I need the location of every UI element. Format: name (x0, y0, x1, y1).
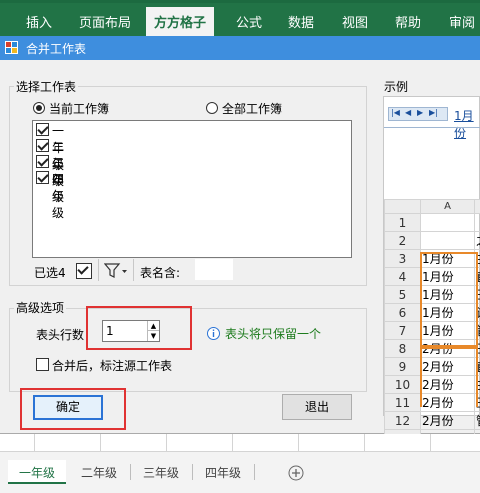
toolbar-divider (98, 259, 99, 281)
preview-sheet-tab: 1月份 (454, 109, 474, 140)
ok-button[interactable]: 确定 (33, 395, 103, 420)
sheet-tab-grade4[interactable]: 四年级 (194, 460, 252, 484)
row-header: 1 (384, 213, 421, 232)
row-header: 4 (384, 267, 421, 286)
header-rows-label: 表头行数 (36, 328, 85, 342)
preview-cell (474, 213, 480, 232)
worksheet-label: 四年级 (52, 172, 65, 220)
header-info-text: 表头将只保留一个 (225, 327, 322, 341)
nav-last-icon: ▶| (429, 108, 438, 117)
tab-separator (192, 464, 193, 480)
preview-cell (420, 213, 475, 232)
select-sheets-group-label: 选择工作表 (14, 78, 79, 95)
worksheet-listbox[interactable]: 一年级 二年级 三年级 四年级 (32, 120, 352, 258)
merge-sheets-dialog: 合并工作表 选择工作表 当前工作簿 全部工作簿 一年级 二年级 三年级 四年级 … (0, 36, 480, 448)
row-header: 3 (384, 249, 421, 268)
excel-app-icon (5, 41, 18, 54)
sheet-name-filter-input[interactable] (195, 259, 233, 280)
tab-fangfangezi[interactable]: 方方格子 (146, 7, 215, 36)
preview-cell: 2月份 (420, 411, 475, 430)
info-icon (207, 327, 220, 340)
tab-insert[interactable]: 插入 (26, 12, 52, 31)
tab-separator (130, 464, 131, 480)
preview-tab-line (384, 127, 480, 128)
sheet-tab-grade2[interactable]: 二年级 (70, 460, 128, 484)
tab-review[interactable]: 审阅 (449, 12, 475, 31)
row-header: 7 (384, 321, 421, 340)
row-header: 12 (384, 411, 421, 430)
preview-cell: 之 (474, 231, 480, 250)
mark-source-checkbox[interactable] (36, 358, 49, 371)
ribbon: 插入 页面布局 方方格子 公式 数据 视图 帮助 审阅 (0, 0, 480, 36)
preview-cell (420, 231, 475, 250)
radio-current-workbook-label[interactable]: 当前工作簿 (49, 100, 109, 117)
tab-page-layout[interactable]: 页面布局 (79, 12, 131, 31)
plus-circle-icon[interactable] (288, 465, 304, 481)
row-header: 6 (384, 303, 421, 322)
group-february-highlight (420, 347, 478, 407)
row-header: 10 (384, 375, 421, 394)
worksheet-checkbox[interactable] (36, 139, 49, 152)
exit-button[interactable]: 退出 (282, 394, 352, 420)
nav-first-icon: |◀ (391, 108, 400, 117)
toolbar-divider (133, 259, 134, 281)
worksheet-checkbox[interactable] (36, 123, 49, 136)
ribbon-top-strip (0, 0, 480, 3)
tab-view[interactable]: 视图 (342, 12, 368, 31)
select-all-checkbox[interactable] (76, 263, 92, 279)
tab-data[interactable]: 数据 (288, 12, 314, 31)
radio-all-workbooks-label[interactable]: 全部工作簿 (222, 100, 282, 117)
tab-help[interactable]: 帮助 (395, 12, 421, 31)
filter-icon[interactable] (104, 263, 128, 279)
row-header: 11 (384, 393, 421, 412)
column-header: A (420, 199, 475, 214)
stepper-up-icon[interactable]: ▲ (147, 321, 159, 331)
radio-current-workbook[interactable] (33, 102, 45, 114)
sheet-gridlines (0, 434, 480, 452)
sheet-tab-grade1[interactable]: 一年级 (8, 460, 66, 484)
sheet-nav-arrows: |◀ ◀ ▶ ▶| (388, 107, 448, 121)
row-header: 5 (384, 285, 421, 304)
row-header: 8 (384, 339, 421, 358)
worksheet-checkbox[interactable] (36, 171, 49, 184)
nav-next-icon: ▶ (417, 108, 424, 117)
radio-all-workbooks[interactable] (206, 102, 218, 114)
stepper-down-icon[interactable]: ▼ (147, 331, 159, 341)
dialog-titlebar[interactable]: 合并工作表 (0, 36, 480, 60)
tab-formulas[interactable]: 公式 (236, 12, 262, 31)
example-preview: |◀ ◀ ▶ ▶| 1月份 A 1 2之 31月份主 41月份直 51月份王 6… (383, 96, 480, 448)
row-header: 9 (384, 357, 421, 376)
preview-cell: 管 (474, 411, 480, 430)
mark-source-label[interactable]: 合并后，标注源工作表 (52, 357, 172, 374)
header-rows-value[interactable]: 1 (106, 324, 114, 338)
row-header: 2 (384, 231, 421, 250)
header-rows-stepper[interactable]: 1 ▲ ▼ (102, 320, 160, 342)
dialog-title: 合并工作表 (26, 42, 87, 56)
selected-count: 已选4 (34, 266, 66, 280)
group-january-highlight (420, 252, 478, 347)
tab-separator (254, 464, 255, 480)
nav-prev-icon: ◀ (405, 108, 412, 117)
sheet-tab-grade3[interactable]: 三年级 (132, 460, 190, 484)
advanced-options-group-label: 高级选项 (14, 299, 67, 316)
sheet-name-filter-label: 表名含: (140, 266, 181, 280)
worksheet-checkbox[interactable] (36, 155, 49, 168)
example-label: 示例 (384, 80, 409, 94)
